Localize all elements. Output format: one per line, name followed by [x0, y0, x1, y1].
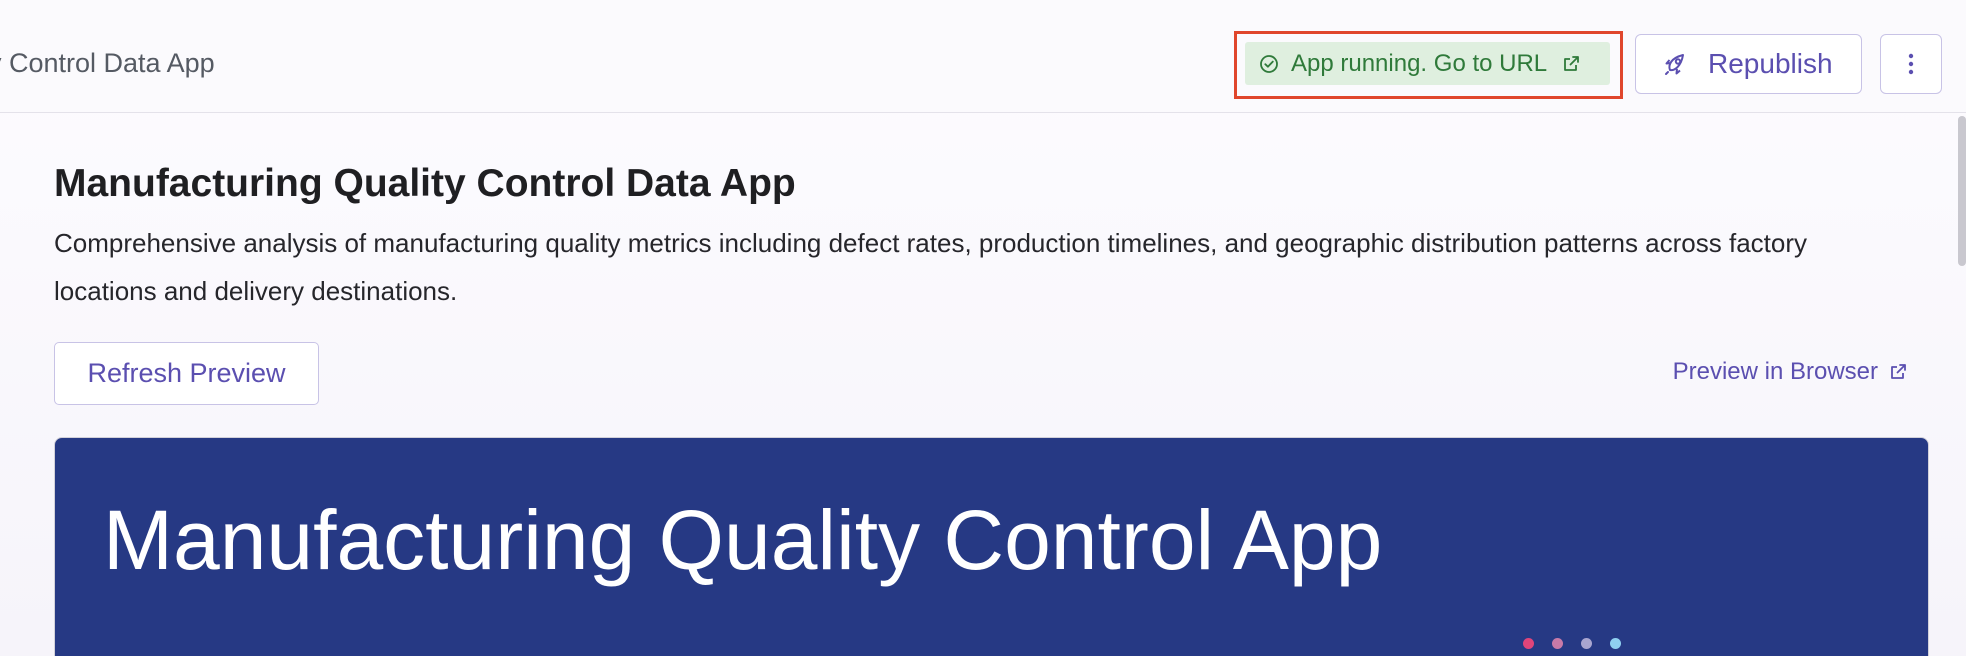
app-name-breadcrumb[interactable]: y Control Data App [0, 48, 215, 79]
status-label: App running. Go to URL [1291, 49, 1548, 77]
preview-in-browser-label: Preview in Browser [1672, 358, 1878, 385]
logo-dot [1581, 638, 1592, 649]
page-title: Manufacturing Quality Control Data App [54, 162, 796, 205]
check-circle-icon [1259, 54, 1279, 74]
scrollbar[interactable] [1958, 116, 1966, 266]
page-description: Comprehensive analysis of manufacturing … [54, 228, 1808, 306]
logo-dot [1523, 638, 1534, 649]
republish-button[interactable]: Republish [1635, 34, 1862, 94]
top-bar: y Control Data App App running. Go to UR… [0, 0, 1966, 113]
more-options-button[interactable] [1880, 34, 1942, 94]
rocket-icon [1662, 50, 1690, 78]
republish-label: Republish [1708, 48, 1833, 79]
logo-dot [1552, 638, 1563, 649]
preview-hero-title: Manufacturing Quality Control App [103, 493, 1383, 587]
external-link-icon [1888, 362, 1908, 382]
app-page: y Control Data App App running. Go to UR… [0, 0, 1966, 656]
app-running-status-link[interactable]: App running. Go to URL [1245, 42, 1610, 85]
logo-dots-icon [1523, 638, 1639, 649]
refresh-preview-button[interactable]: Refresh Preview [54, 342, 319, 405]
more-vertical-icon [1908, 52, 1914, 76]
app-preview-frame[interactable]: Manufacturing Quality Control App [54, 437, 1929, 656]
external-link-icon [1561, 54, 1581, 74]
logo-dot [1610, 638, 1621, 649]
preview-in-browser-link[interactable]: Preview in Browser [1673, 358, 1908, 386]
